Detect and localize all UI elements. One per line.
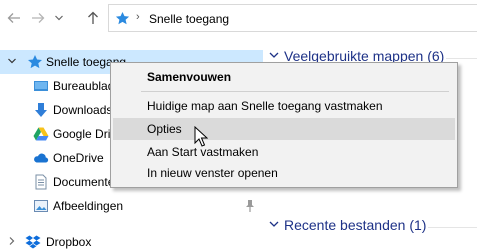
divider [428,227,477,228]
chevron-down-icon [55,15,63,21]
nav-item-label: Dropbox [46,235,92,249]
desktop-icon [34,81,48,91]
menu-separator [141,91,449,92]
breadcrumb-separator: › [136,11,140,23]
menu-item-nieuw-venster[interactable]: In nieuw venster openen [113,162,455,184]
forward-button[interactable] [30,10,46,26]
menu-item-opties[interactable]: Opties [113,118,455,140]
menu-item-vastmaken-snelle-toegang[interactable]: Huidige map aan Snelle toegang vastmaken [113,95,455,117]
group-recent-files[interactable]: Recente bestanden (1) [268,214,477,238]
nav-item-label: Bureaublad [53,79,115,93]
nav-item-label: OneDrive [53,151,104,165]
nav-item-dropbox[interactable]: Dropbox [0,230,263,252]
mouse-cursor-icon [194,126,208,147]
back-arrow-icon [7,13,20,23]
nav-item-label: Afbeeldingen [53,199,124,213]
pictures-icon [34,200,48,212]
menu-item-label: Samenvouwen [147,70,232,84]
google-drive-icon [33,127,49,141]
nav-item-label: Downloads [53,103,113,117]
chevron-down-icon[interactable] [268,218,280,233]
nav-item-afbeeldingen[interactable]: Afbeeldingen [0,194,263,218]
menu-item-aan-start-vastmaken[interactable]: Aan Start vastmaken [113,141,455,163]
up-arrow-icon [88,11,98,24]
menu-item-label: In nieuw venster openen [147,166,278,180]
download-icon [35,103,47,117]
chevron-right-icon[interactable] [7,236,17,246]
recent-locations-button[interactable] [54,10,64,26]
menu-item-label: Huidige map aan Snelle toegang vastmaken [147,99,383,113]
star-icon [28,55,42,69]
divider [446,58,477,59]
onedrive-cloud-icon [34,153,49,163]
menu-item-label: Opties [147,122,182,136]
menu-item-samenvouwen[interactable]: Samenvouwen [113,66,455,88]
star-icon [115,11,130,25]
dropbox-icon [25,235,41,249]
forward-arrow-icon [32,13,45,23]
up-button[interactable] [85,10,101,26]
chevron-down-icon[interactable] [7,56,17,66]
back-button[interactable] [6,10,22,26]
pin-icon[interactable] [244,199,256,213]
group-title: Recente bestanden (1) [284,217,427,233]
breadcrumb[interactable]: Snelle toegang [149,12,229,26]
context-menu: Samenvouwen Huidige map aan Snelle toega… [110,62,458,188]
address-bar[interactable]: › Snelle toegang [108,4,477,32]
document-icon [35,174,47,190]
